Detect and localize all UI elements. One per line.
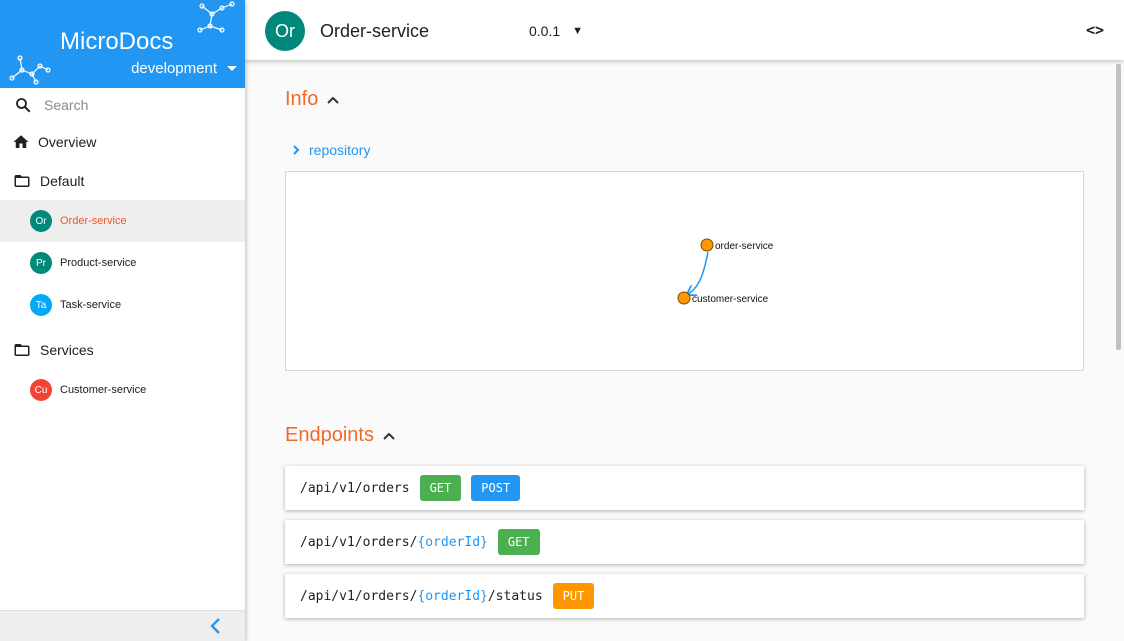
graph-node-label: customer-service [692,294,769,305]
group-default-label: Default [40,172,85,189]
chevron-up-icon [383,432,395,440]
service-name: Product-service [60,257,137,269]
service-name: Task-service [60,299,122,311]
group-services-label: Services [40,341,94,358]
method-badge-put[interactable]: PUT [552,583,595,609]
top-bar: Or Order-service 0.0.1 ▼ <> [245,0,1124,60]
molecule-logo-icon [9,55,51,85]
service-item-product-service[interactable]: Pr Product-service [0,242,245,284]
search-bar [0,88,245,122]
service-item-task-service[interactable]: Ta Task-service [0,284,245,326]
chevron-up-icon [327,96,340,104]
endpoint-row[interactable]: /api/v1/orders/{orderId}/status PUT [285,574,1084,618]
info-title: Info [285,88,319,110]
group-services[interactable]: Services [0,330,245,369]
endpoint-row[interactable]: /api/v1/orders/{orderId} GET [285,520,1084,564]
code-view-button[interactable]: <> [1086,21,1104,39]
graph-node-order-service[interactable] [700,238,714,252]
environment-selector[interactable]: development [131,60,237,77]
avatar: Pr [30,252,52,274]
endpoint-row[interactable]: /api/v1/orders GET POST [285,466,1084,510]
sidebar-footer [0,610,245,641]
path-param: {orderId} [417,534,488,550]
environment-label: development [131,60,217,77]
graph-node-customer-service[interactable] [677,291,691,305]
endpoint-path: /api/v1/orders/{orderId}/status [300,588,543,604]
method-badge-get[interactable]: GET [419,475,462,501]
brand-header: MicroDocs development [0,0,245,88]
method-badge-post[interactable]: POST [471,475,521,501]
service-item-customer-service[interactable]: Cu Customer-service [0,369,245,411]
caret-down-icon [227,66,237,71]
scrollbar[interactable] [1116,64,1121,350]
dependency-graph: order-service customer-service [285,171,1084,371]
page-title: Order-service [320,21,430,41]
method-badge-get[interactable]: GET [497,529,540,555]
version-selector[interactable]: 0.0.1 ▼ [529,23,583,39]
service-name: Customer-service [60,384,147,396]
dependency-edge [688,251,709,294]
repository-toggle[interactable]: repository [291,142,370,158]
avatar: Cu [30,379,52,401]
graph-canvas: order-service customer-service [677,238,774,305]
folder-icon [14,174,30,187]
service-name: Order-service [60,215,127,227]
chevron-right-icon [293,145,300,155]
search-input[interactable] [44,97,214,113]
info-section-header[interactable]: Info [285,88,340,111]
main-content: Info repository order-service customer-s… [245,60,1124,641]
service-item-order-service[interactable]: Or Order-service [0,200,245,242]
molecule-logo-icon [197,1,235,33]
app-title: MicroDocs [60,28,174,55]
endpoints-title: Endpoints [285,424,374,446]
nav-overview[interactable]: Overview [0,122,245,161]
avatar: Or [30,210,52,232]
endpoint-path: /api/v1/orders/{orderId} [300,534,488,550]
nav-overview-label: Overview [38,133,97,150]
path-param: {orderId} [417,588,488,604]
sidebar: MicroDocs development Overview Default O… [0,0,245,641]
avatar: Ta [30,294,52,316]
endpoints-section-header[interactable]: Endpoints [285,424,396,447]
search-icon [16,98,31,113]
endpoint-path: /api/v1/orders [300,480,410,496]
repository-label: repository [309,142,371,158]
graph-node-label: order-service [715,241,774,252]
home-icon [13,134,29,148]
collapse-sidebar-chevron-left-icon[interactable] [209,617,223,635]
version-label: 0.0.1 [529,23,561,39]
folder-icon [14,343,30,356]
group-default[interactable]: Default [0,161,245,200]
caret-down-icon: ▼ [572,25,584,37]
service-avatar: Or [265,11,305,51]
